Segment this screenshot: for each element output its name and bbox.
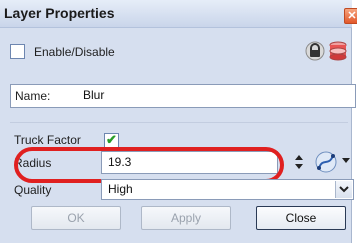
quality-dropdown-button[interactable] [335,181,352,198]
chevron-down-icon [339,186,349,193]
radius-highlight-annotation [14,147,284,183]
apply-button[interactable]: Apply [141,206,231,230]
separator [10,122,348,123]
lock-icon[interactable] [305,40,325,62]
enable-disable-checkbox[interactable] [10,44,25,59]
quality-select[interactable]: High [101,179,354,200]
quality-label: Quality [14,183,52,197]
close-window-icon[interactable]: ✕ [344,8,357,24]
truck-factor-checkbox[interactable]: ✔ [104,132,119,148]
name-input[interactable]: Blur [77,85,353,107]
layer-properties-window: Layer Properties ✕ Enable/Disable Name: … [0,0,357,243]
close-button[interactable]: Close [256,206,346,230]
function-curve-icon[interactable] [314,151,338,173]
spinner-arrows-icon[interactable] [294,154,304,170]
enable-disable-label: Enable/Disable [34,45,115,59]
function-menu-chevron-down-icon[interactable] [342,158,350,164]
title-bar[interactable]: Layer Properties ✕ [0,0,357,28]
truck-factor-label: Truck Factor [14,133,81,147]
name-label: Name: [15,89,51,103]
checkmark-icon: ✔ [106,132,117,147]
quality-value: High [108,182,133,196]
window-title: Layer Properties [4,5,115,21]
database-color-icon[interactable] [328,40,348,62]
ok-button[interactable]: OK [31,206,121,230]
